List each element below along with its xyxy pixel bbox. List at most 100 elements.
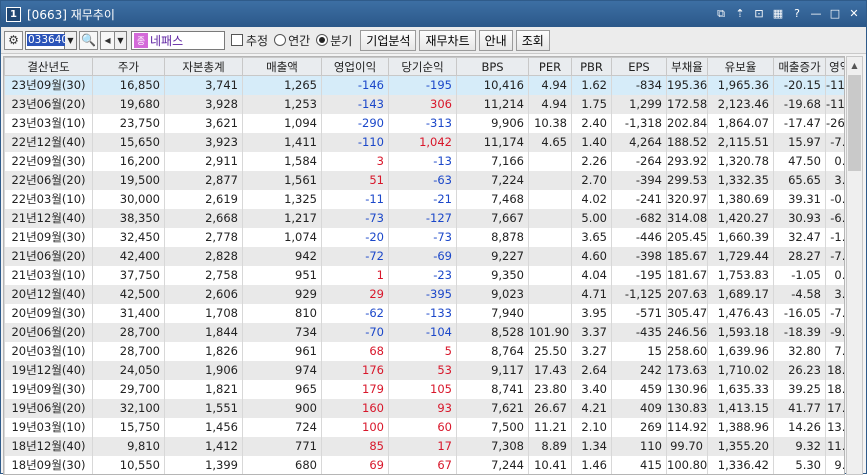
quarter-radio[interactable] <box>316 34 329 46</box>
table-row[interactable]: 18년09월(30) 10,550 1,399 680 69 67 7,244 10.41 1.… <box>4 455 844 474</box>
table-cell: 11,214 <box>456 94 529 114</box>
column-header[interactable]: 영업이익 <box>321 57 389 76</box>
grid-icon[interactable]: ▦ <box>770 5 786 22</box>
column-header[interactable]: 자본총계 <box>164 57 243 76</box>
table-cell: 3.40 <box>571 379 612 399</box>
table-cell: 2,619 <box>164 189 243 209</box>
table-row[interactable]: 21년03월(10) 37,750 2,758 951 1 -23 9,350 4.04 -19… <box>4 265 844 285</box>
table-cell: 181.67 <box>666 265 708 285</box>
table-cell: 1,042 <box>388 132 457 152</box>
search-button[interactable]: 조회 <box>515 29 550 51</box>
title-bar[interactable]: 1 [0663] 재무추이 ⧉ ⇡ ⊡ ▦ ? — □ ✕ <box>1 1 866 27</box>
table-row[interactable]: 19년12월(40) 24,050 1,906 974 176 53 9,117 17.43 2… <box>4 360 844 380</box>
column-header[interactable]: PBR <box>571 57 612 76</box>
table-row[interactable]: 20년09월(30) 31,400 1,708 810 -62 -133 7,940 3.95… <box>4 303 844 323</box>
table-cell: 10,550 <box>92 455 165 474</box>
column-header[interactable]: 유보율 <box>707 57 774 76</box>
export-icon[interactable]: ⊡ <box>751 5 767 22</box>
table-cell: 2,123.46 <box>707 94 774 114</box>
code-dropdown-icon[interactable]: ▼ <box>65 30 77 50</box>
table-row[interactable]: 21년06월(20) 42,400 2,828 942 -72 -69 9,227 4.60-… <box>4 246 844 266</box>
column-header[interactable]: 부채율 <box>666 57 708 76</box>
stock-name-field[interactable]: 종 네패스 <box>131 30 225 50</box>
vertical-scrollbar[interactable]: ▲ <box>846 56 863 475</box>
speaker-dropdown-icon[interactable]: ▼ <box>115 30 127 50</box>
table-cell: 23.80 <box>528 379 572 399</box>
table-cell: 5 <box>388 341 457 361</box>
table-row[interactable]: 22년03월(10) 30,000 2,619 1,325 -11 -21 7,468 4.0… <box>4 189 844 209</box>
table-cell: 1,710.02 <box>707 360 774 380</box>
table-cell: -72 <box>321 246 389 266</box>
table-row[interactable]: 22년06월(20) 19,500 2,877 1,561 51 -63 7,224 2.70… <box>4 170 844 190</box>
table-cell: -7.78 <box>825 132 844 152</box>
column-header[interactable]: 당기순익 <box>388 57 457 76</box>
close-icon[interactable]: ✕ <box>846 5 862 22</box>
table-cell: 29,700 <box>92 379 165 399</box>
pin-icon[interactable]: ⇡ <box>732 5 748 22</box>
table-row[interactable]: 20년03월(10) 28,700 1,826 961 68 5 8,764 25.50 3.2… <box>4 341 844 361</box>
maximize-icon[interactable]: □ <box>827 5 843 22</box>
column-header[interactable]: 매출증가 <box>773 57 826 76</box>
scroll-thumb[interactable] <box>848 75 861 171</box>
estimate-checkbox[interactable] <box>231 34 243 46</box>
table-row[interactable]: 20년06월(20) 28,700 1,844 734 -70 -104 8,528 101.… <box>4 322 844 342</box>
table-cell: 114.92 <box>666 417 708 437</box>
table-cell: 2,668 <box>164 208 243 228</box>
toolbar: ⚙ 033640 ▼ 🔍 ◂ ▼ 종 네패스 추정 연간 분기 기업분석 재무차… <box>1 27 866 54</box>
table-row[interactable]: 22년12월(40) 15,650 3,923 1,411 -110 1,042 11,17… <box>4 132 844 152</box>
table-cell: 1,094 <box>242 113 322 133</box>
table-row[interactable]: 21년09월(30) 32,450 2,778 1,074 -20 -73 8,878 3.6… <box>4 227 844 247</box>
speaker-icon[interactable]: ◂ <box>100 30 115 50</box>
table-cell <box>528 189 572 209</box>
restore-icon[interactable]: ⧉ <box>713 5 729 22</box>
stock-code-value: 033640 <box>27 34 70 46</box>
table-row[interactable]: 23년06월(20) 19,680 3,928 1,253 -143 306 11,214 4… <box>4 94 844 114</box>
table-cell: -394 <box>611 170 667 190</box>
table-cell <box>528 170 572 190</box>
annual-label: 연간 <box>288 33 311 48</box>
column-header[interactable]: 결산년도 <box>4 57 93 76</box>
table-cell: 22년09월(30) <box>4 151 93 171</box>
table-cell: 207.63 <box>666 284 708 304</box>
guide-button[interactable]: 안내 <box>478 29 513 51</box>
table-cell: 67 <box>388 455 457 474</box>
table-cell: 13.79 <box>825 417 844 437</box>
table-cell: 51 <box>321 170 389 190</box>
search-icon[interactable]: 🔍 <box>79 30 98 50</box>
stock-code-input[interactable]: 033640 <box>25 30 70 50</box>
annual-radio[interactable] <box>274 34 287 46</box>
table-row[interactable]: 19년06월(20) 32,100 1,551 900 160 93 7,621 26.67 4… <box>4 398 844 418</box>
help-icon[interactable]: ? <box>789 5 805 22</box>
table-row[interactable]: 20년12월(40) 42,500 2,606 929 29 -395 9,023 4.71-… <box>4 284 844 304</box>
table-row[interactable]: 23년09월(30) 16,850 3,741 1,265 -146 -195 10,416… <box>4 75 844 95</box>
table-cell: 1.40 <box>571 132 612 152</box>
scroll-up-icon[interactable]: ▲ <box>847 57 862 74</box>
table-cell: 7,308 <box>456 436 529 456</box>
table-cell: 9.20 <box>825 455 844 474</box>
company-analysis-button[interactable]: 기업분석 <box>360 29 417 51</box>
column-header[interactable]: PER <box>528 57 572 76</box>
financial-chart-button[interactable]: 재무차트 <box>419 29 476 51</box>
financial-trend-window: 1 [0663] 재무추이 ⧉ ⇡ ⊡ ▦ ? — □ ✕ ⚙ 033640 ▼… <box>0 0 867 475</box>
table-cell: 942 <box>242 246 322 266</box>
table-cell: 28.27 <box>773 246 826 266</box>
table-row[interactable]: 22년09월(30) 16,200 2,911 1,584 3 -13 7,166 2.26-… <box>4 151 844 171</box>
table-row[interactable]: 23년03월(10) 23,750 3,621 1,094 -290 -313 9,906 1… <box>4 113 844 133</box>
table-cell: 9,810 <box>92 436 165 456</box>
table-cell: 17.83 <box>825 398 844 418</box>
table-cell: -195 <box>388 75 457 95</box>
table-cell: 11.04 <box>825 436 844 456</box>
column-header[interactable]: 주가 <box>92 57 165 76</box>
minimize-icon[interactable]: — <box>808 5 824 22</box>
column-header[interactable]: 영익율 <box>825 57 844 76</box>
table-cell: 2,778 <box>164 227 243 247</box>
column-header[interactable]: EPS <box>611 57 667 76</box>
column-header[interactable]: BPS <box>456 57 529 76</box>
table-row[interactable]: 19년03월(10) 15,750 1,456 724 100 60 7,500 11.21 2… <box>4 417 844 437</box>
table-row[interactable]: 19년09월(30) 29,700 1,821 965 179 105 8,741 23.80… <box>4 379 844 399</box>
table-row[interactable]: 21년12월(40) 38,350 2,668 1,217 -73 -127 7,667 5.… <box>4 208 844 228</box>
settings-gear-icon[interactable]: ⚙ <box>4 30 23 50</box>
table-row[interactable]: 18년12월(40) 9,810 1,412 771 85 17 7,308 8.89 1.34… <box>4 436 844 456</box>
column-header[interactable]: 매출액 <box>242 57 322 76</box>
table-cell: 38,350 <box>92 208 165 228</box>
